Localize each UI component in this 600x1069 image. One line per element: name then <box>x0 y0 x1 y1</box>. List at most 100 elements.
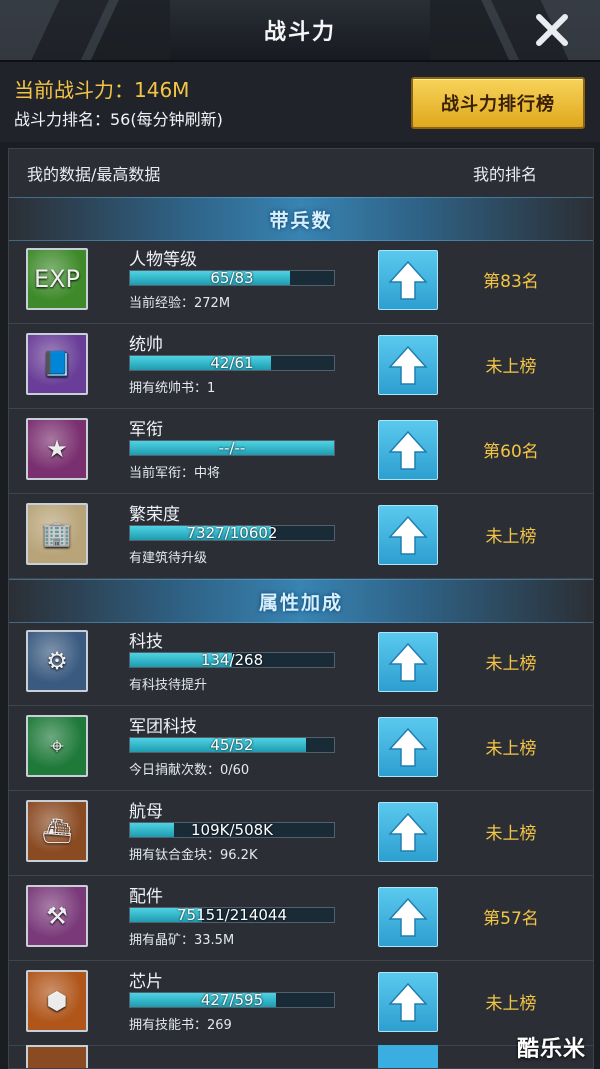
power-rank: 战斗力排名：56(每分钟刷新) <box>14 110 223 129</box>
stat-detail: 有建筑待升级 <box>129 551 208 566</box>
tank-tech-icon: ⚙ <box>26 630 88 692</box>
stat-row: ★ 军衔 --/-- 当前军衔：中将 第60名 <box>9 409 593 494</box>
progress-text: 134/268 <box>200 651 264 669</box>
my-rank: 第83名 <box>483 272 539 292</box>
icon-glyph: ⚙ <box>46 647 68 675</box>
upgrade-button[interactable] <box>378 802 438 862</box>
icon-glyph: ⛴ <box>41 817 73 845</box>
stat-detail: 有科技待提升 <box>129 678 208 693</box>
watermark: 酷乐米 <box>516 1037 586 1062</box>
upgrade-button[interactable] <box>378 250 438 310</box>
progress-bar: 42/61 <box>129 354 335 372</box>
upgrade-button[interactable] <box>378 632 438 692</box>
arrow-up-icon <box>388 982 428 1022</box>
upgrade-button[interactable] <box>378 887 438 947</box>
stat-name: 人物等级 <box>129 250 197 270</box>
section-title: 属性加成 <box>258 591 343 614</box>
stat-name: 繁荣度 <box>129 505 180 525</box>
stat-row: ⛴ 航母 109K/508K 拥有钛合金块：96.2K 未上榜 <box>9 791 593 876</box>
stat-name: 军团科技 <box>129 717 197 737</box>
progress-text: 75151/214044 <box>176 906 288 924</box>
progress-text: 109K/508K <box>191 821 273 839</box>
stats-panel: 我的数据/最高数据 我的排名 带兵数 EXP 人物等级 65/83 当前经验：272M 第… <box>8 148 594 1069</box>
arrow-up-icon <box>388 897 428 937</box>
aircraft-carrier-icon: ⛴ <box>26 800 88 862</box>
close-icon[interactable] <box>534 12 570 48</box>
progress-bar: 134/268 <box>129 651 335 669</box>
stat-name: 航母 <box>129 802 163 822</box>
stat-name: 科技 <box>129 632 163 652</box>
section-header: 带兵数 <box>9 197 593 241</box>
my-rank: 第57名 <box>483 909 539 929</box>
icon-glyph: ★ <box>46 435 68 463</box>
stat-row: ⚒ 配件 75151/214044 拥有晶矿：33.5M 第57名 <box>9 876 593 961</box>
arrow-up-icon <box>388 812 428 852</box>
page-title: 战斗力 <box>263 20 336 45</box>
stat-row: ⬢ 芯片 427/595 拥有技能书：269 未上榜 <box>9 961 593 1046</box>
progress-bar: --/-- <box>129 439 335 457</box>
icon-glyph: EXP <box>33 265 81 293</box>
radar-scope-icon: ⌖ <box>26 715 88 777</box>
progress-bar: 427/595 <box>129 991 335 1009</box>
stat-name: 军衔 <box>129 420 163 440</box>
progress-bar: 65/83 <box>129 269 335 287</box>
progress-text: 427/595 <box>200 991 264 1009</box>
chip-hexagon-icon: ⬢ <box>26 970 88 1032</box>
arrow-up-icon <box>388 345 428 385</box>
partial-row <box>9 1045 593 1068</box>
upgrade-button[interactable] <box>378 972 438 1032</box>
ranking-list-button[interactable]: 战斗力排行榜 <box>411 77 585 129</box>
column-header-rank: 我的排名 <box>473 165 538 184</box>
my-rank: 未上榜 <box>485 654 537 674</box>
progress-text: 42/61 <box>210 354 254 372</box>
turret-parts-icon: ⚒ <box>26 885 88 947</box>
stat-row: ⌖ 军团科技 45/52 今日捐献次数：0/60 未上榜 <box>9 706 593 791</box>
upgrade-button[interactable] <box>378 335 438 395</box>
my-rank: 未上榜 <box>485 994 537 1014</box>
stat-name: 统帅 <box>129 335 163 355</box>
my-rank: 未上榜 <box>485 357 537 377</box>
icon-glyph: 🏢 <box>42 520 72 548</box>
stat-detail: 拥有晶矿：33.5M <box>129 933 235 948</box>
stat-detail: 拥有技能书：269 <box>129 1018 232 1033</box>
progress-bar: 109K/508K <box>129 821 335 839</box>
command-book-icon: 📘 <box>26 333 88 395</box>
arrow-up-icon <box>388 642 428 682</box>
icon-glyph: ⚒ <box>46 902 68 930</box>
section-title: 带兵数 <box>269 209 333 232</box>
progress-text: --/-- <box>218 439 246 457</box>
progress-text: 7327/10602 <box>186 524 278 542</box>
my-rank: 未上榜 <box>485 527 537 547</box>
arrow-up-icon <box>388 260 428 300</box>
progress-bar: 75151/214044 <box>129 906 335 924</box>
exp-badge-icon: EXP <box>26 248 88 310</box>
icon-glyph: 📘 <box>42 350 72 378</box>
current-power: 当前战斗力：146M <box>14 78 190 102</box>
icon-glyph: ⬢ <box>46 987 68 1015</box>
stat-row: 📘 统帅 42/61 拥有统帅书：1 未上榜 <box>9 324 593 409</box>
upgrade-button[interactable] <box>378 420 438 480</box>
building-icon: 🏢 <box>26 503 88 565</box>
upgrade-button[interactable] <box>378 717 438 777</box>
stat-detail: 今日捐献次数：0/60 <box>129 763 250 778</box>
progress-text: 45/52 <box>210 736 254 754</box>
stat-row: 🏢 繁荣度 7327/10602 有建筑待升级 未上榜 <box>9 494 593 579</box>
stat-detail: 拥有统帅书：1 <box>129 381 216 396</box>
military-rank-medal-icon: ★ <box>26 418 88 480</box>
stat-row: EXP 人物等级 65/83 当前经验：272M 第83名 <box>9 239 593 324</box>
upgrade-button[interactable] <box>378 505 438 565</box>
progress-bar: 45/52 <box>129 736 335 754</box>
column-header-data: 我的数据/最高数据 <box>27 165 161 184</box>
progress-bar: 7327/10602 <box>129 524 335 542</box>
power-summary: 当前战斗力：146M 战斗力排名：56(每分钟刷新) 战斗力排行榜 <box>0 62 600 142</box>
stat-detail: 拥有钛合金块：96.2K <box>129 848 258 863</box>
section-header: 属性加成 <box>9 579 593 623</box>
icon-glyph: ⌖ <box>50 732 64 760</box>
stat-detail: 当前军衔：中将 <box>129 466 221 481</box>
my-rank: 未上榜 <box>485 824 537 844</box>
stat-name: 配件 <box>129 887 163 907</box>
my-rank: 未上榜 <box>485 739 537 759</box>
top-bar: 战斗力 <box>0 0 600 62</box>
arrow-up-icon <box>388 430 428 470</box>
stat-name: 芯片 <box>129 972 163 992</box>
